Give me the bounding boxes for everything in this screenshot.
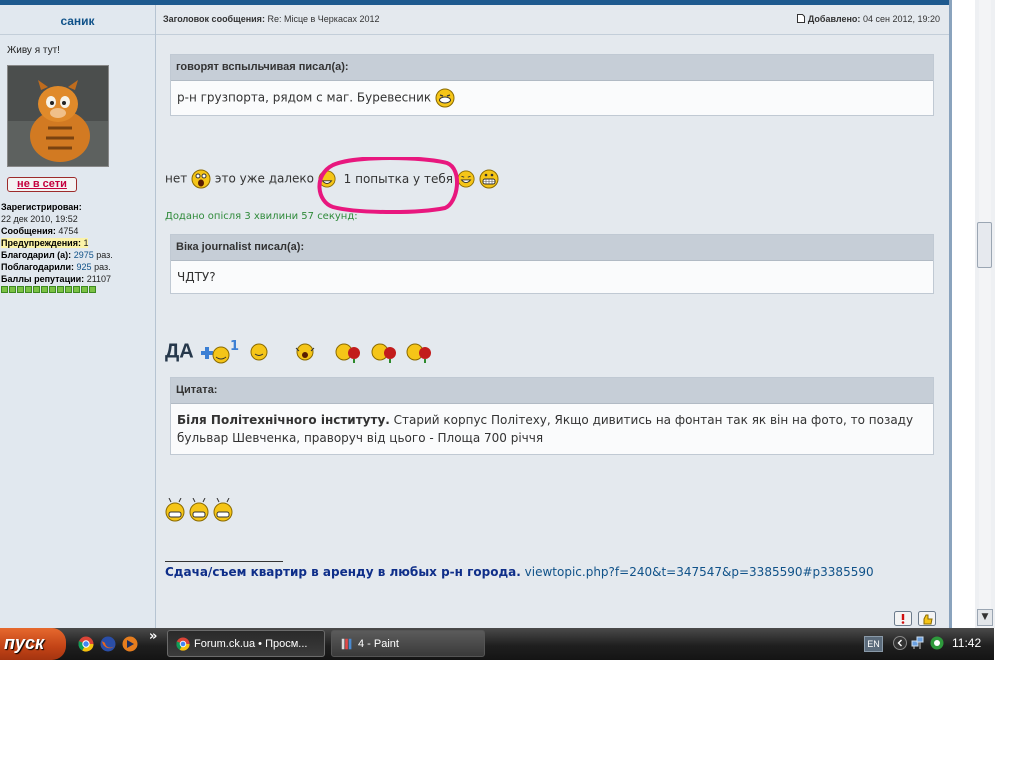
language-indicator[interactable]: EN <box>864 636 883 652</box>
scrollbar-track[interactable] <box>979 0 991 628</box>
signature-link[interactable]: viewtopic.php?f=240&t=347547&p=3385590#p… <box>525 565 874 579</box>
window-gap <box>952 0 975 628</box>
svg-text:1: 1 <box>230 339 239 354</box>
page-scrollbar[interactable]: ▼ <box>975 0 995 628</box>
thanks-icon[interactable] <box>918 611 936 626</box>
big-reply-text: ДА 1 <box>165 339 435 365</box>
signature-divider <box>165 561 283 562</box>
username-link[interactable]: саник <box>60 14 94 28</box>
username-bar: саник <box>0 5 155 35</box>
teeth-smiley-icon <box>165 498 185 522</box>
stat-warnings: Предупреждения: 1 <box>1 238 89 248</box>
teeth-smiley-icon <box>213 498 233 522</box>
status-tray-icon[interactable] <box>930 636 944 650</box>
quote-header: Цитата: <box>171 378 933 404</box>
big-grin-smiley-icon <box>479 169 499 189</box>
avatar <box>7 65 109 167</box>
network-icon[interactable] <box>911 636 925 650</box>
post-icon <box>797 14 806 23</box>
stat-reputation: Баллы репутации: 21107 <box>1 274 112 284</box>
post-date: Добавлено: 04 сен 2012, 19:20 <box>797 5 940 34</box>
quote-text: Біля Політехнічного інституту. Старий ко… <box>177 413 914 445</box>
post-subject: Заголовок сообщения: Re: Місце в Черкаса… <box>163 14 380 24</box>
post-edit-note: Додано опісля 3 хвилини 57 секунд: <box>165 211 358 222</box>
taskbar: пуск » Forum.ck.ua • Просм... 4 - Paint … <box>0 628 994 660</box>
rose-smiley-icon <box>406 343 432 363</box>
shocked-smiley-icon <box>191 169 211 189</box>
stat-thanks-received: Поблагодарили: 925 раз. <box>1 262 111 272</box>
rose-smiley-icon <box>335 343 360 363</box>
media-player-icon[interactable] <box>122 636 138 652</box>
offline-badge[interactable]: не в сети <box>7 177 77 192</box>
chrome-icon[interactable] <box>78 636 94 652</box>
tray-expand-icon[interactable] <box>893 636 907 650</box>
highlight-ellipse <box>317 157 460 215</box>
stat-thanked: Благодарил (а): 2975 раз. <box>1 250 113 260</box>
wink-smiley-icon <box>250 343 268 361</box>
paint-icon <box>341 638 352 650</box>
grin-smiley-icon <box>435 88 455 108</box>
quote-block: говорят вспыльчивая писал(а): р-н грузпо… <box>170 54 934 116</box>
chrome-icon <box>176 637 190 651</box>
stat-registered: Зарегистрирован: <box>1 202 82 212</box>
user-status-text: Живу я тут! <box>7 45 60 56</box>
start-button[interactable]: пуск <box>0 628 66 660</box>
reputation-bar <box>1 286 153 293</box>
stat-posts: Сообщения: 4754 <box>1 226 79 236</box>
thanks-received-link[interactable]: 925 <box>77 262 92 272</box>
report-icon[interactable] <box>894 611 912 626</box>
task-paint[interactable]: 4 - Paint <box>331 630 485 657</box>
quote-header: Віка journalist писал(а): <box>171 235 933 261</box>
quote-header: говорят вспыльчивая писал(а): <box>171 55 933 81</box>
quicklaunch-overflow[interactable]: » <box>149 629 157 644</box>
scrollbar-thumb[interactable] <box>977 222 992 268</box>
author-profile: саник Живу я тут! не в сети Зарегистриро… <box>0 5 156 628</box>
smiley-row <box>165 498 233 522</box>
stat-registered-date: 22 дек 2010, 19:52 <box>1 214 78 224</box>
quote-block: Віка journalist писал(а): ЧДТУ? <box>170 234 934 294</box>
user-stats: Зарегистрирован: 22 дек 2010, 19:52 Сооб… <box>1 201 153 293</box>
plus-one-smiley-icon: 1 <box>201 339 239 364</box>
scared-smiley-icon <box>296 343 315 361</box>
scroll-down-button[interactable]: ▼ <box>977 609 993 626</box>
task-browser[interactable]: Forum.ck.ua • Просм... <box>167 630 325 657</box>
quote-text: р-н грузпорта, рядом с маг. Буревесник <box>171 81 933 115</box>
firefox-icon[interactable] <box>100 636 116 652</box>
post-body: Заголовок сообщения: Re: Місце в Черкаса… <box>156 5 949 628</box>
browser-viewport: саник Живу я тут! не в сети Зарегистриро… <box>0 0 949 628</box>
thanked-count-link[interactable]: 2975 <box>74 250 94 260</box>
signature: Сдача/съем квартир в аренду в любых р-н … <box>165 565 874 579</box>
quote-text: ЧДТУ? <box>177 270 216 284</box>
quote-block: Цитата: Біля Політехнічного інституту. С… <box>170 377 934 455</box>
rose-smiley-icon <box>371 343 396 363</box>
post-header: Заголовок сообщения: Re: Місце в Черкаса… <box>156 5 949 35</box>
clock: 11:42 <box>952 636 982 650</box>
teeth-smiley-icon <box>189 498 209 522</box>
